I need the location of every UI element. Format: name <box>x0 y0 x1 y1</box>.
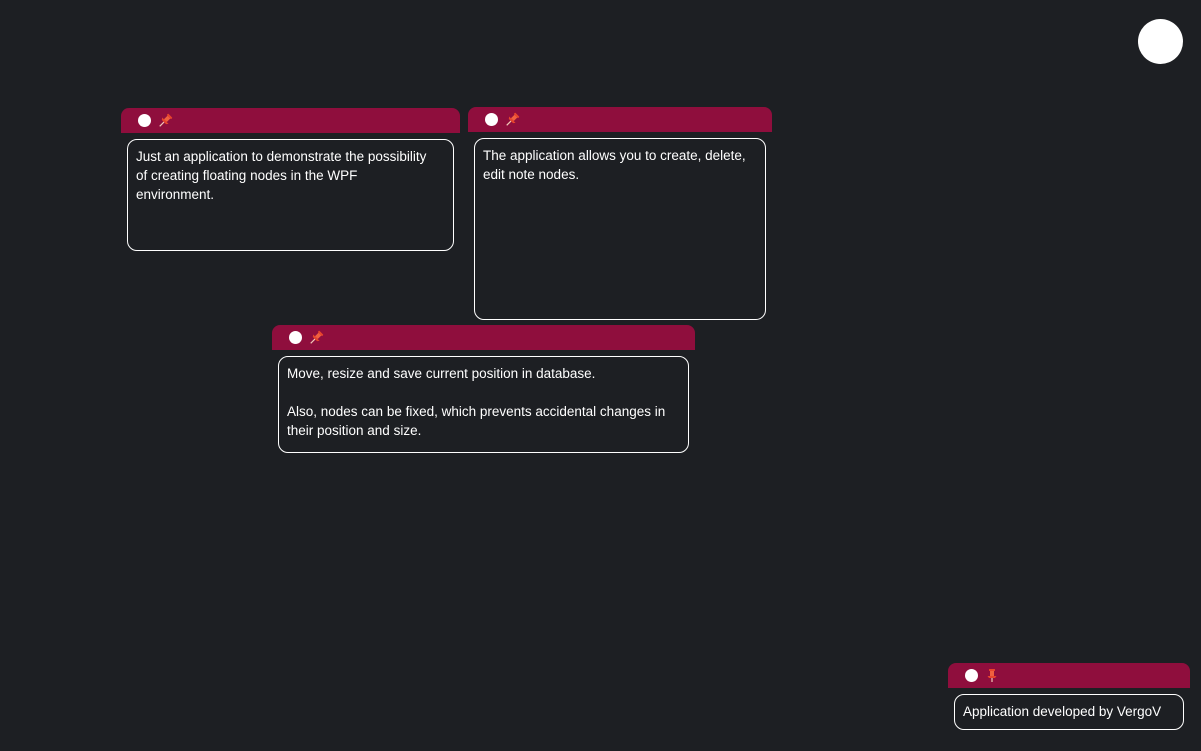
pin-icon[interactable] <box>156 112 174 130</box>
note-text[interactable]: Application developed by VergoV <box>954 694 1184 730</box>
note-header[interactable] <box>121 108 460 133</box>
note-header[interactable] <box>948 663 1190 688</box>
circle-icon[interactable] <box>289 331 302 344</box>
note-text[interactable]: Just an application to demonstrate the p… <box>127 139 454 251</box>
note-card[interactable]: Move, resize and save current position i… <box>272 325 695 453</box>
circle-icon[interactable] <box>485 113 498 126</box>
note-card[interactable]: The application allows you to create, de… <box>468 107 772 320</box>
pin-icon[interactable] <box>307 329 325 347</box>
note-card[interactable]: Application developed by VergoV <box>948 663 1190 730</box>
pin-icon[interactable] <box>503 111 521 129</box>
note-header[interactable] <box>468 107 772 132</box>
note-header[interactable] <box>272 325 695 350</box>
pinned-icon[interactable] <box>983 667 1001 685</box>
circle-icon[interactable] <box>965 669 978 682</box>
note-card[interactable]: Just an application to demonstrate the p… <box>121 108 460 251</box>
circle-icon[interactable] <box>138 114 151 127</box>
add-note-button[interactable] <box>1138 19 1183 64</box>
note-text[interactable]: Move, resize and save current position i… <box>278 356 689 453</box>
note-text[interactable]: The application allows you to create, de… <box>474 138 766 320</box>
